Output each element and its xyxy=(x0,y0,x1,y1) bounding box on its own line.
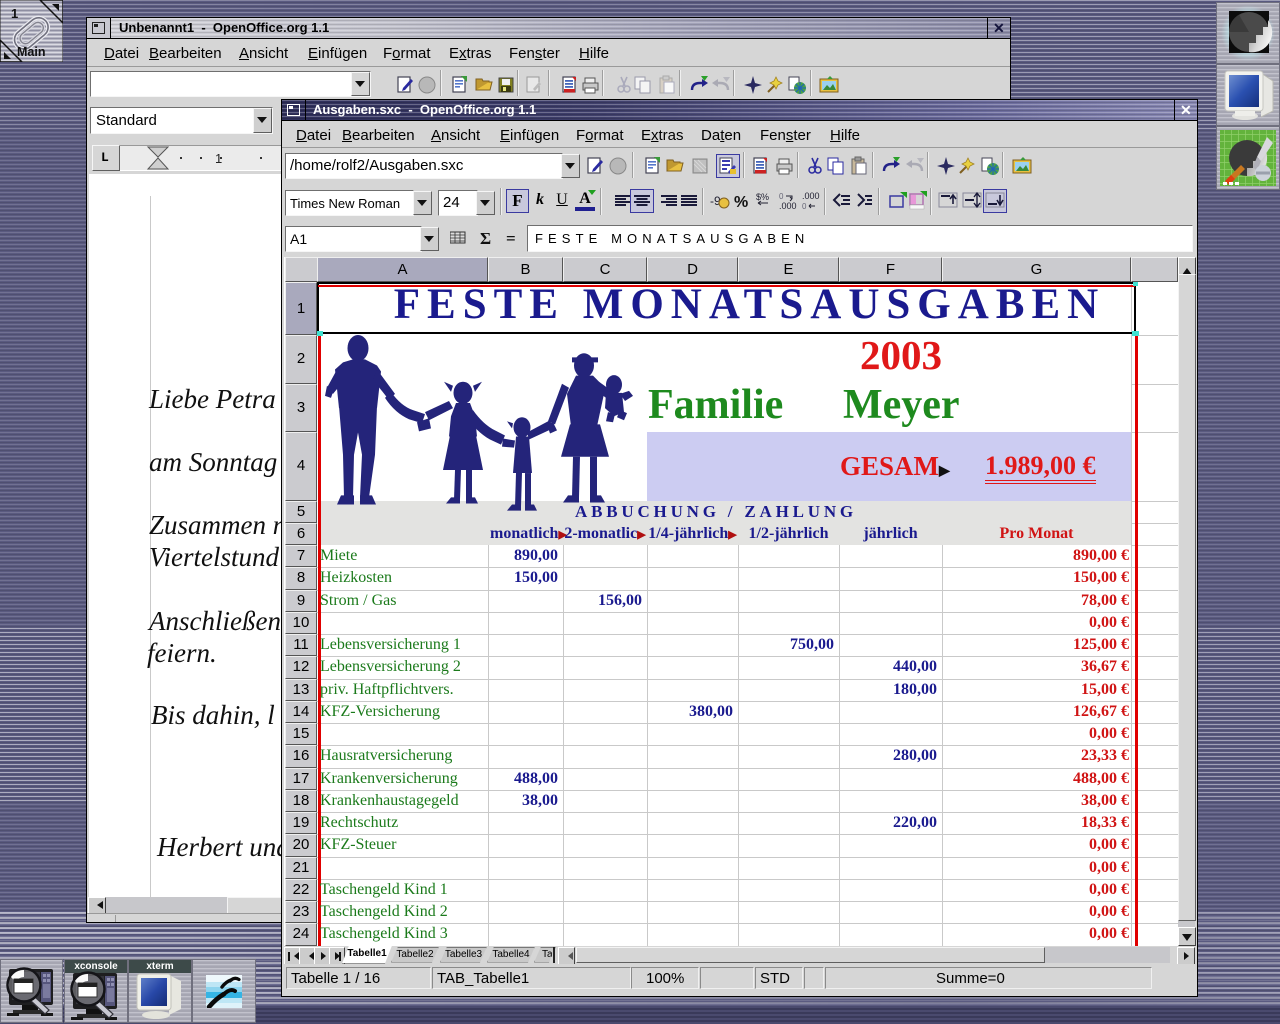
svg-text:.000: .000 xyxy=(802,191,820,201)
svg-text:1: 1 xyxy=(215,151,222,166)
svg-text:0: 0 xyxy=(779,192,784,201)
svg-text:Main: Main xyxy=(17,45,45,59)
svg-text:%: % xyxy=(734,194,748,211)
svg-text:Σ: Σ xyxy=(480,229,491,248)
svg-text:1: 1 xyxy=(11,6,18,21)
svg-text:=: = xyxy=(506,229,516,248)
svg-text:$%: $% xyxy=(756,192,769,202)
svg-text:.000: .000 xyxy=(779,201,797,211)
svg-text:0: 0 xyxy=(802,202,807,211)
